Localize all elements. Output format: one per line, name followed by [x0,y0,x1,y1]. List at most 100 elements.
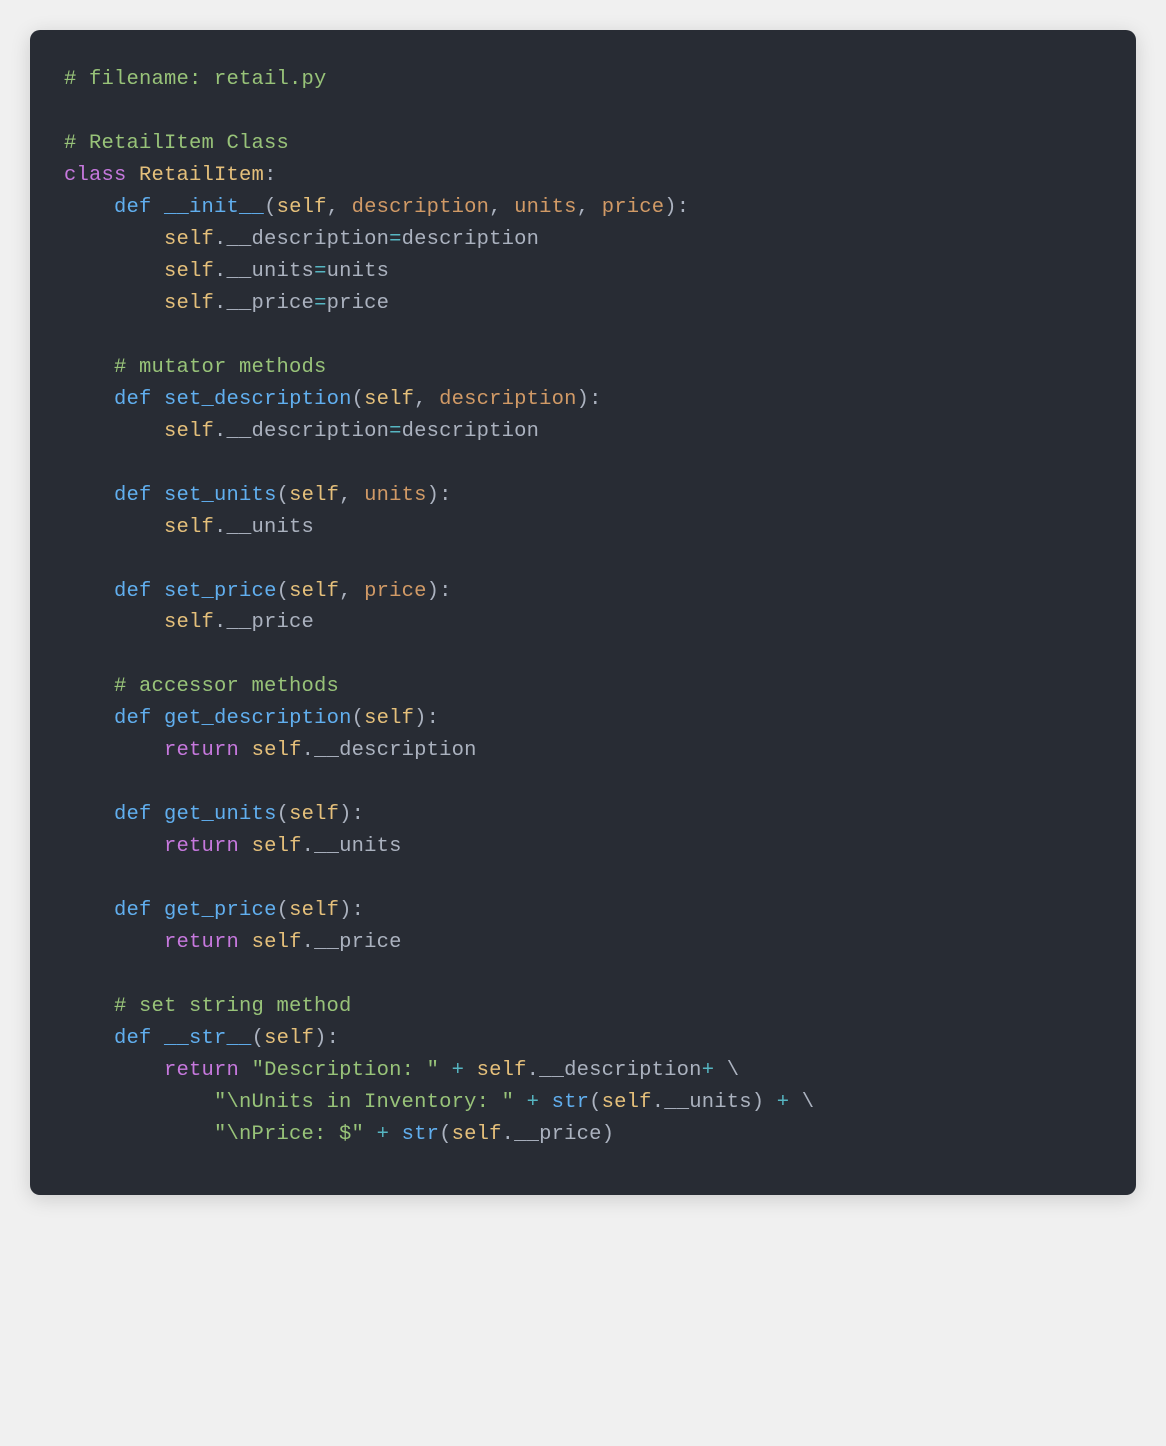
param: description [439,388,577,411]
builtin: str [552,1091,590,1114]
param-self: self [289,899,339,922]
op: + [777,1091,790,1114]
comment-line: # RetailItem Class [64,132,289,155]
punct: ): [577,388,602,411]
punct: ( [277,803,290,826]
attr: .__price [302,931,402,954]
self: self [252,835,302,858]
attr: .__description [214,228,389,251]
punct: : [264,164,277,187]
attr: .__price [214,611,314,634]
attr: .__units [214,260,314,283]
attr: .__units [652,1091,752,1114]
punct: , [339,484,364,507]
keyword-return: return [164,739,239,762]
fn-name: get_price [164,899,277,922]
self: self [252,739,302,762]
keyword-def: def [114,580,152,603]
punct: ): [339,803,364,826]
punct: ( [352,707,365,730]
fn-name: get_description [164,707,352,730]
code-block: # filename: retail.py # RetailItem Class… [30,30,1136,1195]
keyword-return: return [164,1059,239,1082]
op: + [377,1123,390,1146]
punct: ( [264,196,277,219]
punct: ( [277,580,290,603]
param-self: self [264,1027,314,1050]
punct: , [327,196,352,219]
param: units [514,196,577,219]
ident: price [327,292,390,315]
attr: .__units [214,516,314,539]
param: description [352,196,490,219]
attr: .__description [214,420,389,443]
param: units [364,484,427,507]
punct: , [577,196,602,219]
backslash: \ [727,1059,740,1082]
self: self [477,1059,527,1082]
punct: ( [277,484,290,507]
op: = [314,260,327,283]
string: "\nPrice: $" [214,1123,364,1146]
keyword-return: return [164,931,239,954]
param-self: self [289,803,339,826]
attr: .__price [214,292,314,315]
punct: ): [339,899,364,922]
punct: ): [427,580,452,603]
self: self [164,611,214,634]
self: self [164,516,214,539]
punct: , [339,580,364,603]
ident: description [402,420,540,443]
keyword-def: def [114,803,152,826]
fn-init: __init__ [164,196,264,219]
keyword-def: def [114,484,152,507]
string: "Description: " [252,1059,440,1082]
param-self: self [364,388,414,411]
param-self: self [289,580,339,603]
keyword-def: def [114,1027,152,1050]
self: self [602,1091,652,1114]
op: = [389,228,402,251]
param: price [364,580,427,603]
keyword-def: def [114,707,152,730]
punct: , [414,388,439,411]
op: = [314,292,327,315]
comment-line: # accessor methods [114,675,339,698]
punct: ): [427,484,452,507]
op: + [452,1059,465,1082]
punct: ( [439,1123,452,1146]
builtin: str [402,1123,440,1146]
attr: .__units [302,835,402,858]
self: self [164,292,214,315]
punct: ( [252,1027,265,1050]
punct: , [489,196,514,219]
backslash: \ [802,1091,815,1114]
punct: ): [314,1027,339,1050]
self: self [164,420,214,443]
fn-name: set_price [164,580,277,603]
punct: ) [602,1123,615,1146]
punct: ): [414,707,439,730]
ident: description [402,228,540,251]
comment-line: # set string method [114,995,352,1018]
param-self: self [277,196,327,219]
param-self: self [364,707,414,730]
punct: ) [752,1091,765,1114]
keyword-def: def [114,196,152,219]
self: self [164,260,214,283]
fn-name: get_units [164,803,277,826]
attr: .__description [527,1059,702,1082]
self: self [452,1123,502,1146]
keyword-def: def [114,388,152,411]
fn-name: __str__ [164,1027,252,1050]
op: = [389,420,402,443]
self: self [164,228,214,251]
keyword-class: class [64,164,127,187]
op: + [527,1091,540,1114]
fn-name: set_units [164,484,277,507]
op: + [702,1059,715,1082]
param: price [602,196,665,219]
comment-line: # mutator methods [114,356,327,379]
punct: ( [589,1091,602,1114]
attr: .__description [302,739,477,762]
